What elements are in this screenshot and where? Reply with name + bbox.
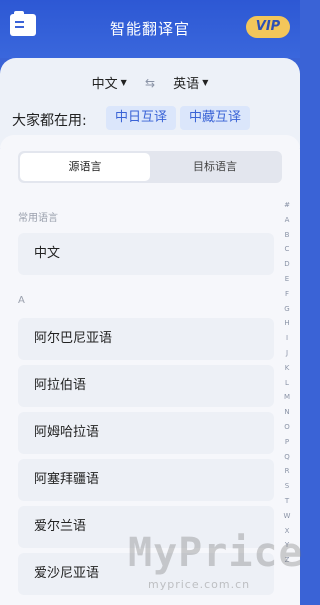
index-letter[interactable]: I bbox=[280, 331, 294, 346]
index-letter[interactable]: M bbox=[280, 390, 294, 405]
section-a: A bbox=[18, 295, 25, 306]
popular-label: 大家都在用: bbox=[12, 113, 87, 129]
index-letter[interactable]: T bbox=[280, 494, 294, 509]
index-letter[interactable]: H bbox=[280, 316, 294, 331]
index-letter[interactable]: Q bbox=[280, 450, 294, 465]
index-letter[interactable]: C bbox=[280, 242, 294, 257]
index-letter[interactable]: K bbox=[280, 361, 294, 376]
caret-down-icon: ▼ bbox=[120, 78, 127, 87]
index-letter[interactable]: J bbox=[280, 346, 294, 361]
index-letter[interactable]: S bbox=[280, 479, 294, 494]
index-letter[interactable]: # bbox=[280, 198, 294, 213]
watermark-logo: MyPrice bbox=[128, 530, 304, 576]
index-letter[interactable]: E bbox=[280, 272, 294, 287]
language-item-chinese[interactable]: 中文 bbox=[18, 233, 274, 275]
index-letter[interactable]: L bbox=[280, 376, 294, 391]
index-letter[interactable]: B bbox=[280, 228, 294, 243]
index-letter[interactable]: D bbox=[280, 257, 294, 272]
index-letter[interactable]: G bbox=[280, 302, 294, 317]
index-letter[interactable]: N bbox=[280, 405, 294, 420]
language-tabs: 源语言 目标语言 bbox=[18, 151, 282, 183]
language-item[interactable]: 阿塞拜疆语 bbox=[18, 459, 274, 501]
swap-icon[interactable]: ⇆ bbox=[145, 76, 155, 90]
target-language-selector[interactable]: 英语 ▼ bbox=[173, 73, 208, 92]
app-header: 智能翻译官 VIP bbox=[0, 0, 300, 58]
language-item[interactable]: 阿尔巴尼亚语 bbox=[18, 318, 274, 360]
language-item[interactable]: 阿姆哈拉语 bbox=[18, 412, 274, 454]
watermark-url: myprice.com.cn bbox=[148, 578, 251, 591]
chip-zh-ja[interactable]: 中日互译 bbox=[106, 106, 177, 130]
index-letter[interactable]: F bbox=[280, 287, 294, 302]
chip-zh-bo[interactable]: 中藏互译 bbox=[180, 106, 251, 130]
vip-badge-button[interactable]: VIP bbox=[246, 16, 290, 38]
section-common: 常用语言 bbox=[18, 213, 58, 224]
alphabet-index[interactable]: # A B C D E F G H I J K L M N O P Q R S T W X Y Z bbox=[280, 198, 294, 568]
index-letter[interactable]: A bbox=[280, 213, 294, 228]
language-item[interactable]: 阿拉伯语 bbox=[18, 365, 274, 407]
source-language-selector[interactable]: 中文 ▼ bbox=[92, 73, 127, 92]
index-letter[interactable]: R bbox=[280, 464, 294, 479]
tab-target-language[interactable]: 目标语言 bbox=[150, 153, 280, 181]
index-letter[interactable]: P bbox=[280, 435, 294, 450]
tab-source-language[interactable]: 源语言 bbox=[20, 153, 150, 181]
caret-down-icon: ▼ bbox=[202, 78, 209, 87]
index-letter[interactable]: W bbox=[280, 509, 294, 524]
index-letter[interactable]: O bbox=[280, 420, 294, 435]
